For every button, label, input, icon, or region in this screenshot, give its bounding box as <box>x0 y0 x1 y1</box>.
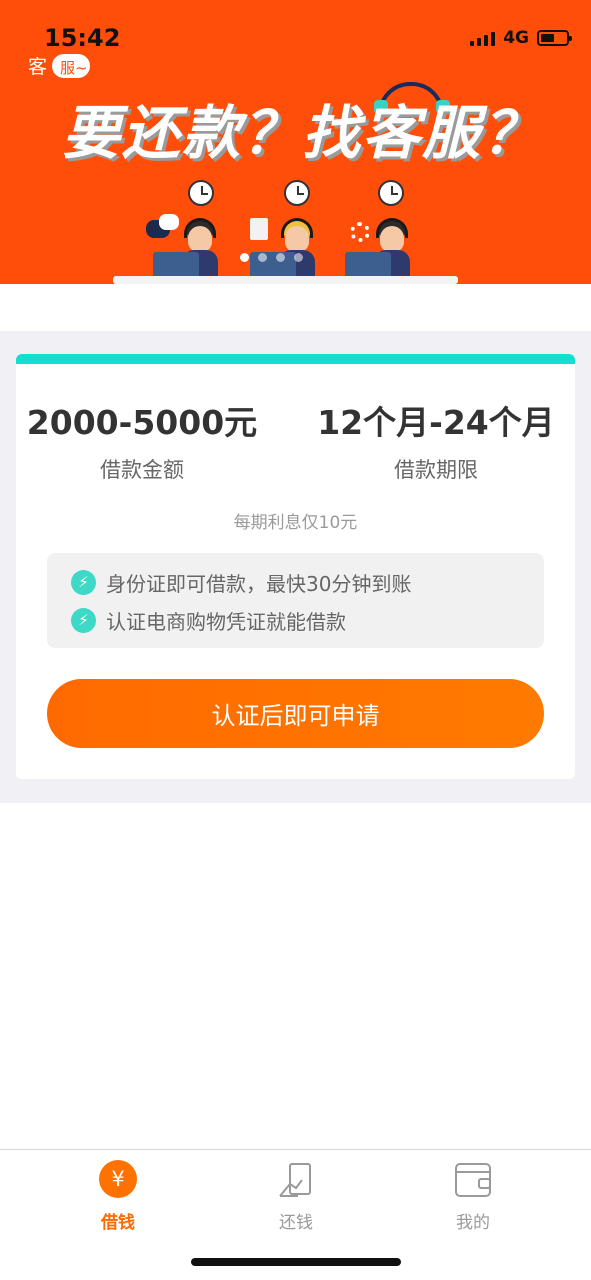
chat-bubble-icon <box>159 214 179 230</box>
banner-headline: 要还款？找客服？ <box>62 99 543 167</box>
lightning-icon: ⚡ <box>71 569 96 595</box>
signal-icon <box>470 30 496 46</box>
desk-decoration <box>113 276 458 284</box>
status-time: 15:42 <box>44 24 121 52</box>
tab-mine[interactable]: 我的 <box>413 1160 533 1233</box>
banner-tag: 客 <box>28 56 48 78</box>
yen-icon: ¥ <box>98 1160 138 1200</box>
interest-note: 每期利息仅10元 <box>233 513 358 533</box>
loan-term: 12个月-24个月 借款期限 <box>306 396 566 484</box>
loan-amount-value: 2000-5000元 <box>26 403 258 442</box>
tab-repay-label: 还钱 <box>279 1213 313 1233</box>
tab-borrow[interactable]: ¥ 借钱 <box>58 1160 178 1233</box>
feature-list: ⚡ 身份证即可借款，最快30分钟到账 ⚡ 认证电商购物凭证就能借款 <box>47 553 544 648</box>
clock-icon <box>378 180 404 206</box>
tab-repay[interactable]: 还钱 <box>236 1160 356 1233</box>
feature-text: 身份证即可借款，最快30分钟到账 <box>106 571 412 596</box>
document-icon <box>250 218 268 240</box>
loan-amount: 2000-5000元 借款金额 <box>16 396 272 484</box>
repay-icon <box>276 1160 316 1200</box>
feature-text: 认证电商购物凭证就能借款 <box>106 609 346 634</box>
gear-icon <box>350 222 370 242</box>
apply-button[interactable]: 认证后即可申请 <box>47 679 544 748</box>
loan-amount-label: 借款金额 <box>100 458 184 482</box>
tab-borrow-label: 借钱 <box>101 1213 135 1233</box>
carousel-indicator[interactable] <box>240 253 303 262</box>
loan-card: 2000-5000元 借款金额 12个月-24个月 借款期限 每期利息仅10元 … <box>16 354 575 779</box>
wallet-icon <box>453 1160 493 1200</box>
carousel-dot[interactable] <box>294 253 303 262</box>
battery-icon <box>537 30 572 46</box>
tab-mine-label: 我的 <box>456 1213 490 1233</box>
feature-item: ⚡ 认证电商购物凭证就能借款 <box>47 601 544 639</box>
card-accent-bar <box>16 354 575 364</box>
carousel-dot[interactable] <box>240 253 249 262</box>
loan-term-label: 借款期限 <box>394 458 478 482</box>
speech-bubble-icon: 服~ <box>50 52 92 80</box>
app-screen: 15:42 4G 客 服~ 要还款？找客服？ 2000-5000元 借款金额 1… <box>0 0 591 1280</box>
bubble-text: 服~ <box>60 59 88 77</box>
customer-service-banner[interactable]: 15:42 4G 客 服~ 要还款？找客服？ <box>0 0 591 284</box>
carousel-dot[interactable] <box>276 253 285 262</box>
home-indicator[interactable] <box>191 1258 401 1266</box>
lightning-icon: ⚡ <box>71 607 96 633</box>
clock-icon <box>188 180 214 206</box>
carousel-dot[interactable] <box>258 253 267 262</box>
status-indicators: 4G <box>470 28 572 48</box>
clock-icon <box>284 180 310 206</box>
network-type: 4G <box>503 28 529 48</box>
loan-term-value: 12个月-24个月 <box>317 403 555 442</box>
feature-item: ⚡ 身份证即可借款，最快30分钟到账 <box>47 563 544 601</box>
